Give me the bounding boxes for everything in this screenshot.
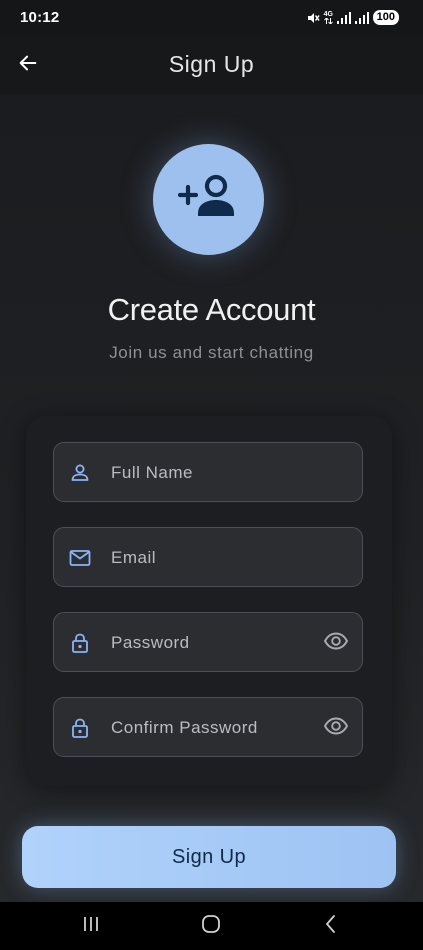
lock-icon [68, 716, 92, 740]
eye-icon [323, 628, 349, 659]
confirm-password-visibility-toggle[interactable] [322, 714, 350, 742]
person-add-icon [177, 172, 241, 227]
battery-icon: 100 [372, 10, 399, 25]
status-bar: 10:12 4G 100 [0, 0, 423, 36]
signal-icon [336, 11, 351, 24]
network-type-label: 4G [323, 11, 333, 18]
headline: Create Account [107, 292, 316, 327]
back-icon [323, 914, 339, 939]
confirm-password-field[interactable]: Confirm Password [53, 697, 363, 757]
avatar [153, 144, 264, 255]
eye-icon [323, 713, 349, 744]
mute-icon [306, 11, 320, 25]
sign-up-button[interactable]: Sign Up [22, 826, 396, 888]
signal-icon [354, 11, 369, 24]
recents-icon [81, 916, 101, 937]
full-name-label: Full Name [111, 463, 193, 482]
email-label: Email [111, 548, 157, 567]
recents-button[interactable] [79, 916, 103, 936]
mail-icon [68, 546, 92, 570]
signup-form: Full Name Email Password Confirm Passwor… [26, 416, 392, 786]
home-button[interactable] [199, 914, 223, 939]
network-4g-icon: 4G [324, 11, 333, 24]
navigation-bar [0, 902, 423, 950]
lock-icon [68, 631, 92, 655]
app-bar: Sign Up [0, 36, 423, 94]
status-time: 10:12 [20, 9, 60, 26]
password-label: Password [111, 633, 190, 652]
password-field[interactable]: Password [53, 612, 363, 672]
email-field[interactable]: Email [53, 527, 363, 587]
page-title: Sign Up [168, 51, 255, 77]
person-icon [68, 461, 92, 485]
subtitle: Join us and start chatting [109, 343, 314, 362]
confirm-password-label: Confirm Password [111, 718, 258, 737]
password-visibility-toggle[interactable] [322, 629, 350, 657]
home-icon [201, 914, 221, 939]
full-name-field[interactable]: Full Name [53, 442, 363, 502]
nav-back-button[interactable] [319, 914, 343, 939]
status-icons: 4G 100 [306, 10, 399, 25]
signup-screen: 10:12 4G 100 Sign Up Create Account Join… [0, 0, 423, 950]
